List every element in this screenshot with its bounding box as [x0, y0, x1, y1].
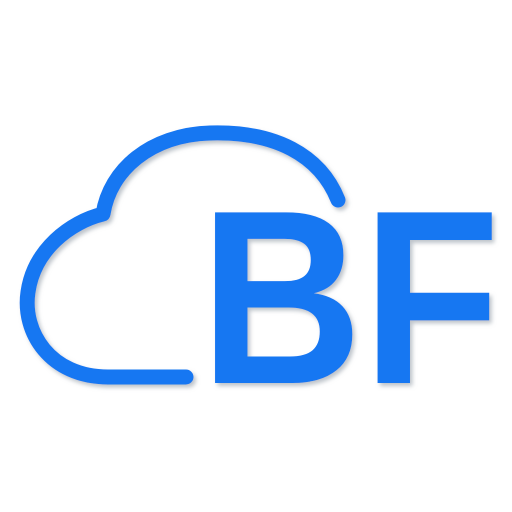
logo-canvas: BF	[0, 0, 512, 512]
bf-cloud-logo: BF	[19, 125, 500, 436]
logo-initials: BF	[200, 158, 500, 436]
